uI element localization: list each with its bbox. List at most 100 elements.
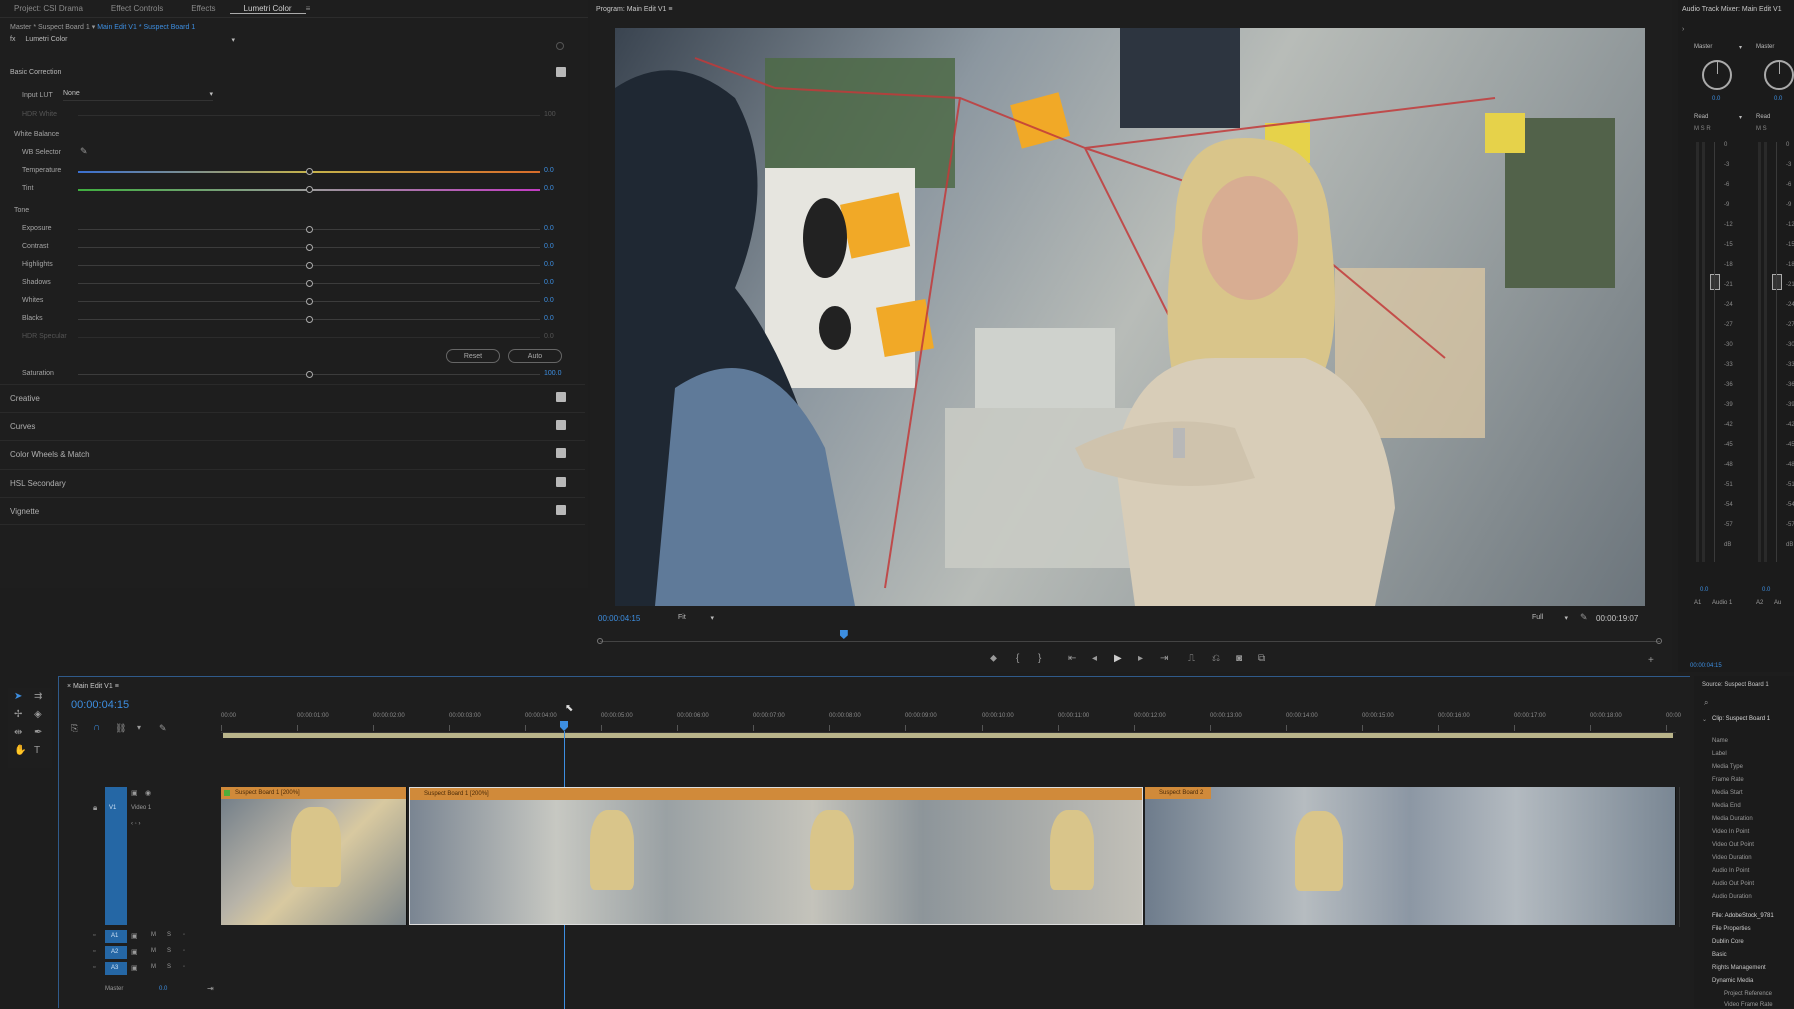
white-balance-header[interactable]: White Balance	[14, 131, 59, 138]
channel-2-assign[interactable]: Master	[1756, 44, 1794, 50]
tone-row-knob[interactable]	[306, 244, 313, 251]
wrench-icon[interactable]: ✎	[1580, 612, 1588, 622]
temperature-value[interactable]: 0.0	[544, 167, 554, 174]
channel-1-bottom-value[interactable]: 0.0	[1700, 587, 1708, 593]
creative-checkbox[interactable]	[556, 392, 566, 402]
tint-knob[interactable]	[306, 186, 313, 193]
color-wheels-checkbox[interactable]	[556, 448, 566, 458]
metadata-sub-item[interactable]: Video Frame Rate	[1724, 1002, 1773, 1008]
selection-tool-icon[interactable]: ➤	[14, 692, 22, 702]
tone-row-value[interactable]: 0.0	[544, 243, 554, 250]
ripple-edit-tool-icon[interactable]: ✢	[14, 710, 22, 720]
basic-correction-header[interactable]: Basic Correction	[10, 69, 61, 76]
time-ruler[interactable]: 00:00 00:00:01:00 00:00:02:00 00:00:03:00 00…	[221, 707, 1681, 733]
step-forward-icon[interactable]: ▸	[1138, 654, 1143, 664]
hand-tool-icon[interactable]: ✋	[14, 746, 26, 756]
tone-row-value[interactable]: 0.0	[544, 279, 554, 286]
voiceover-icon[interactable]: ◦	[183, 964, 185, 970]
metadata-file-item[interactable]: Rights Management	[1712, 965, 1766, 971]
solo-icon[interactable]: S	[167, 932, 171, 938]
curves-checkbox[interactable]	[556, 420, 566, 430]
step-back-icon[interactable]: ◂	[1092, 654, 1097, 664]
solo-icon[interactable]: S	[167, 948, 171, 954]
snap-icon[interactable]: ∩	[93, 723, 100, 733]
metadata-file-item[interactable]: Basic	[1712, 952, 1727, 958]
clip-suspect-board-1b[interactable]: Suspect Board 1 [200%]	[409, 787, 1143, 925]
basic-correction-checkbox[interactable]	[556, 67, 566, 77]
section-hsl-secondary[interactable]: HSL Secondary	[0, 469, 585, 497]
hsl-secondary-checkbox[interactable]	[556, 477, 566, 487]
metadata-file-item[interactable]: Dublin Core	[1712, 939, 1744, 945]
tone-row-value[interactable]: 0.0	[544, 261, 554, 268]
tone-row-knob[interactable]	[306, 316, 313, 323]
add-button-icon[interactable]: +	[1648, 656, 1654, 666]
channel-1-pan-knob[interactable]	[1702, 60, 1732, 90]
type-tool-icon[interactable]: T	[34, 746, 40, 756]
mute-icon[interactable]: M	[151, 932, 156, 938]
linked-selection-icon[interactable]: ⛓	[115, 723, 126, 733]
mixer-scroll-arrow-icon[interactable]: ›	[1682, 26, 1684, 33]
tab-lumetri-color[interactable]: Lumetri Color	[229, 4, 306, 14]
source-clip-header[interactable]: Clip: Suspect Board 1	[1712, 716, 1770, 722]
tone-row-value[interactable]: 0.0	[544, 297, 554, 304]
work-area-bar[interactable]	[223, 733, 1673, 738]
play-icon[interactable]: ▶	[1114, 654, 1122, 664]
effect-selector[interactable]: fx Lumetri Color ▾	[10, 36, 235, 48]
lock-icon[interactable]: ▫	[93, 932, 95, 939]
tone-row-value[interactable]: 0.0	[544, 333, 554, 340]
sync-lock-icon[interactable]: ▣	[131, 964, 138, 972]
fit-select[interactable]: Fit ▾	[678, 614, 714, 622]
keyframe-nav-icon[interactable]: ‹ ◦ ›	[131, 821, 140, 827]
metadata-file-header[interactable]: File: AdobeStock_9781	[1712, 913, 1774, 919]
program-timecode[interactable]: 00:00:04:15	[598, 614, 640, 623]
timeline-vertical-scroll[interactable]	[1679, 787, 1685, 927]
sync-lock-icon[interactable]: ▣	[131, 932, 138, 940]
go-to-in-icon[interactable]: ⇤	[1068, 654, 1076, 664]
marker-icon[interactable]: ⬥	[990, 654, 997, 664]
section-creative[interactable]: Creative	[0, 384, 585, 412]
search-icon[interactable]: ⌕	[1704, 698, 1708, 708]
slip-tool-icon[interactable]: ⇹	[14, 728, 22, 738]
tone-row-knob[interactable]	[306, 298, 313, 305]
channel-2-pan-knob[interactable]	[1764, 60, 1794, 90]
nest-icon[interactable]: ⎘	[71, 723, 78, 733]
metadata-file-item[interactable]: File Properties	[1712, 926, 1751, 932]
tab-effect-controls[interactable]: Effect Controls	[97, 4, 177, 13]
clip-suspect-board-1a[interactable]: Suspect Board 1 [200%]	[221, 787, 407, 925]
film-icon[interactable]: ▣	[131, 789, 138, 797]
channel-1-msr-buttons[interactable]: M S R	[1694, 126, 1742, 136]
channel-1-fader[interactable]	[1710, 274, 1720, 290]
channel-2-msr-buttons[interactable]: M S	[1756, 126, 1794, 136]
metadata-sub-item[interactable]: Project Reference	[1724, 991, 1772, 997]
timeline-timecode[interactable]: 00:00:04:15	[71, 699, 129, 711]
mark-out-icon[interactable]: }	[1038, 654, 1041, 664]
input-lut-select[interactable]: None ▾	[63, 90, 213, 101]
lock-icon[interactable]: ▫	[93, 964, 95, 971]
solo-icon[interactable]: S	[167, 964, 171, 970]
channel-1-pan-value[interactable]: 0.0	[1712, 96, 1720, 102]
tone-header[interactable]: Tone	[14, 207, 29, 214]
track-select-tool-icon[interactable]: ⇉	[34, 692, 42, 702]
voiceover-icon[interactable]: ◦	[183, 948, 185, 954]
tone-row-knob[interactable]	[306, 226, 313, 233]
tab-effects[interactable]: Effects	[177, 4, 229, 13]
channel-2-mode[interactable]: Read	[1756, 114, 1794, 120]
channel-1-mode[interactable]: Read ▾	[1694, 114, 1742, 121]
mute-icon[interactable]: M	[151, 948, 156, 954]
tone-row-knob[interactable]	[306, 280, 313, 287]
section-curves[interactable]: Curves	[0, 412, 585, 440]
tone-row-knob[interactable]	[306, 262, 313, 269]
tint-value[interactable]: 0.0	[544, 185, 554, 192]
voiceover-icon[interactable]: ◦	[183, 932, 185, 938]
program-scrubber[interactable]	[600, 641, 1660, 642]
saturation-value[interactable]: 100.0	[544, 370, 562, 377]
eyedropper-icon[interactable]: ✎	[80, 146, 88, 156]
channel-2-bottom-value[interactable]: 0.0	[1762, 587, 1770, 593]
hamburger-icon[interactable]: ≡	[306, 4, 311, 13]
extract-icon[interactable]: ⎌	[1212, 654, 1220, 664]
breadcrumb-master[interactable]: Master * Suspect Board 1	[10, 24, 90, 31]
program-playhead[interactable]	[839, 630, 848, 639]
vignette-checkbox[interactable]	[556, 505, 566, 515]
go-to-out-icon[interactable]: ⇥	[1160, 654, 1168, 664]
tab-project[interactable]: Project: CSI Drama	[0, 4, 97, 13]
